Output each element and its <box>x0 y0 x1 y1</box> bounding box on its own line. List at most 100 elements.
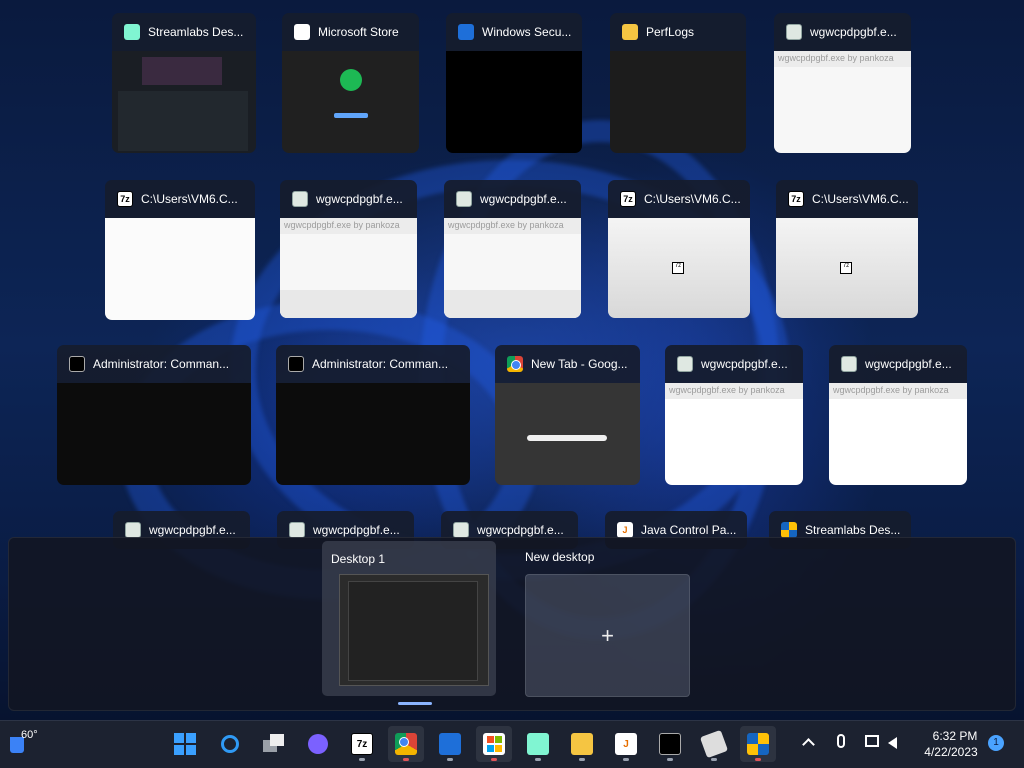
window-thumbnail: 7z <box>776 218 918 318</box>
window-title: wgwcpdpgbf.e... <box>313 523 400 537</box>
window-title: New Tab - Goog... <box>531 357 628 371</box>
window-caption: wgwcpdpgbf.exe by pankoza <box>829 383 967 399</box>
microsoft-store-taskbar-button[interactable] <box>476 726 512 762</box>
window-thumbnail: wgwcpdpgbf.exe by pankoza <box>774 51 911 153</box>
task-view-button[interactable] <box>256 726 292 762</box>
window-thumbnail <box>57 383 251 485</box>
window-title: wgwcpdpgbf.e... <box>810 25 897 39</box>
window-thumbnail <box>446 51 582 153</box>
streamlabs-icon <box>124 24 140 40</box>
window-thumbnail: 7z <box>608 218 750 318</box>
exe-icon <box>841 356 857 372</box>
window-chrome[interactable]: New Tab - Goog... <box>495 345 640 485</box>
chrome-icon <box>395 733 417 755</box>
shield-icon <box>439 733 461 755</box>
7zip-icon: 7z <box>351 733 373 755</box>
windows-logo-icon <box>174 733 196 755</box>
window-thumbnail <box>495 383 640 485</box>
window-caption: wgwcpdpgbf.exe by pankoza <box>444 218 581 234</box>
window-title: Administrator: Comman... <box>93 357 230 371</box>
search-icon <box>221 735 239 753</box>
java-taskbar-button[interactable]: J <box>608 726 644 762</box>
java-icon: J <box>615 733 637 755</box>
window-7zip[interactable]: 7z C:\Users\VM6.C... 7z <box>608 180 750 318</box>
windows-security-taskbar-button[interactable] <box>432 726 468 762</box>
network-icon[interactable] <box>865 735 879 747</box>
start-button[interactable] <box>167 726 203 762</box>
microphone-icon[interactable] <box>837 734 845 748</box>
window-title: wgwcpdpgbf.e... <box>480 192 567 206</box>
7zip-icon: 7z <box>117 191 133 207</box>
7zip-icon: 7z <box>620 191 636 207</box>
window-7zip[interactable]: 7z C:\Users\VM6.C... 7z <box>776 180 918 318</box>
window-cmd[interactable]: Administrator: Comman... <box>276 345 470 485</box>
window-title: wgwcpdpgbf.e... <box>477 523 564 537</box>
window-perflogs[interactable]: PerfLogs <box>610 13 746 153</box>
window-wgwcpdpgbf[interactable]: wgwcpdpgbf.e... wgwcpdpgbf.exe by pankoz… <box>829 345 967 485</box>
window-thumbnail: wgwcpdpgbf.exe by pankoza <box>829 383 967 485</box>
desktop-1-thumbnail[interactable] <box>339 574 489 686</box>
clock-time[interactable]: 6:32 PM <box>924 729 986 743</box>
exe-icon <box>677 356 693 372</box>
notification-badge[interactable]: 1 <box>988 735 1004 751</box>
window-wgwcpdpgbf[interactable]: wgwcpdpgbf.e... wgwcpdpgbf.exe by pankoz… <box>665 345 803 485</box>
windows-security-2-taskbar-button[interactable] <box>740 726 776 762</box>
window-wgwcpdpgbf[interactable]: wgwcpdpgbf.e... wgwcpdpgbf.exe by pankoz… <box>774 13 911 153</box>
volume-icon[interactable] <box>888 737 897 749</box>
window-title: wgwcpdpgbf.e... <box>865 357 952 371</box>
window-title: Streamlabs Des... <box>148 25 244 39</box>
window-caption: wgwcpdpgbf.exe by pankoza <box>665 383 803 399</box>
desktop-1-label: Desktop 1 <box>331 552 386 566</box>
window-thumbnail <box>276 383 470 485</box>
cmd-icon <box>659 733 681 755</box>
window-caption: wgwcpdpgbf.exe by pankoza <box>774 51 911 67</box>
window-title: C:\Users\VM6.C... <box>812 192 909 206</box>
chrome-icon <box>507 356 523 372</box>
exe-icon <box>456 191 472 207</box>
chrome-taskbar-button[interactable] <box>388 726 424 762</box>
exe-icon <box>292 191 308 207</box>
cmd-taskbar-button[interactable] <box>652 726 688 762</box>
window-title: PerfLogs <box>646 25 695 39</box>
window-windows-security[interactable]: Windows Secu... <box>446 13 582 153</box>
java-icon: J <box>617 522 633 538</box>
folder-icon <box>622 24 638 40</box>
cmd-icon <box>69 356 85 372</box>
clock-date[interactable]: 4/22/2023 <box>918 745 984 759</box>
window-7zip[interactable]: 7z C:\Users\VM6.C... <box>105 180 255 320</box>
streamlabs-icon <box>527 733 549 755</box>
window-title: wgwcpdpgbf.e... <box>149 523 236 537</box>
window-wgwcpdpgbf[interactable]: wgwcpdpgbf.e... wgwcpdpgbf.exe by pankoz… <box>444 180 581 318</box>
window-streamlabs[interactable]: Streamlabs Des... <box>112 13 256 153</box>
window-title: Java Control Pa... <box>641 523 737 537</box>
window-wgwcpdpgbf[interactable]: wgwcpdpgbf.e... wgwcpdpgbf.exe by pankoz… <box>280 180 417 318</box>
window-title: C:\Users\VM6.C... <box>141 192 238 206</box>
plus-icon: + <box>601 622 614 648</box>
weather-temperature: 60° <box>21 729 38 741</box>
exe-icon <box>786 24 802 40</box>
shield-icon <box>747 733 769 755</box>
7zip-icon: 7z <box>788 191 804 207</box>
store-icon <box>294 24 310 40</box>
window-microsoft-store[interactable]: Microsoft Store <box>282 13 419 153</box>
window-thumbnail: wgwcpdpgbf.exe by pankoza <box>665 383 803 485</box>
exe-icon <box>289 522 305 538</box>
7zip-taskbar-button[interactable]: 7z <box>344 726 380 762</box>
new-desktop-button[interactable]: + <box>525 574 690 697</box>
window-title: wgwcpdpgbf.e... <box>701 357 788 371</box>
file-explorer-taskbar-button[interactable] <box>564 726 600 762</box>
streamlabs-taskbar-button[interactable] <box>520 726 556 762</box>
search-button[interactable] <box>212 726 248 762</box>
shield-icon <box>781 522 797 538</box>
window-title: Administrator: Comman... <box>312 357 449 371</box>
window-thumbnail: wgwcpdpgbf.exe by pankoza <box>280 218 417 318</box>
weather-widget[interactable]: 60° <box>10 729 44 757</box>
task-view-icon <box>263 734 285 754</box>
window-thumbnail: wgwcpdpgbf.exe by pankoza <box>444 218 581 318</box>
window-thumbnail <box>112 51 256 153</box>
window-cmd[interactable]: Administrator: Comman... <box>57 345 251 485</box>
window-title: C:\Users\VM6.C... <box>644 192 741 206</box>
wgwcpdpgbf-taskbar-button[interactable] <box>696 726 732 762</box>
meet-button[interactable] <box>300 726 336 762</box>
window-thumbnail <box>282 51 419 153</box>
